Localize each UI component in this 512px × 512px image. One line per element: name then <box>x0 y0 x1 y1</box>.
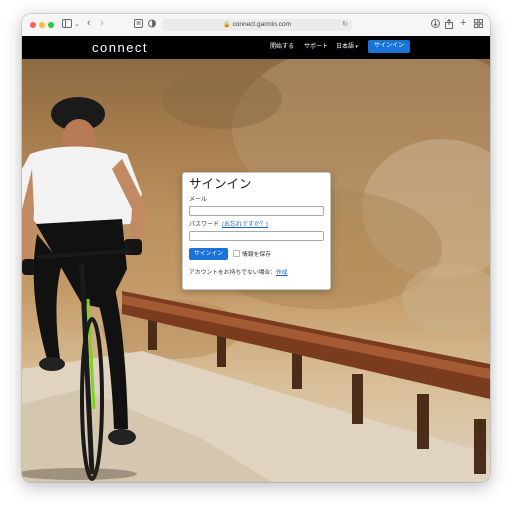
privacy-shield-icon[interactable] <box>148 19 156 31</box>
share-icon[interactable] <box>445 18 453 32</box>
download-icon[interactable] <box>431 19 440 31</box>
lock-icon: 🔒 <box>222 22 231 28</box>
remember-label: 情報を保存 <box>242 252 271 258</box>
reload-icon[interactable]: ↻ <box>342 19 348 31</box>
sidebar-icon[interactable] <box>62 19 72 31</box>
email-label: メール <box>189 197 208 203</box>
reader-icon[interactable] <box>134 19 143 31</box>
forgot-password-link[interactable]: (お忘れですか？) <box>222 222 268 228</box>
email-field[interactable] <box>189 206 324 216</box>
signin-title: サインイン <box>189 177 252 191</box>
nav-support[interactable]: サポート <box>304 43 328 52</box>
language-label: 日本語 <box>336 44 355 50</box>
browser-toolbar: ⌄ ‹ › 🔒 connect.garmin.com ↻ + <box>22 14 490 37</box>
tab-grid-icon[interactable] <box>474 19 483 31</box>
plus-icon[interactable]: + <box>460 17 466 29</box>
close-window-button[interactable] <box>30 22 36 28</box>
remember-checkbox[interactable] <box>233 250 240 257</box>
header-signin-button[interactable]: サインイン <box>368 40 410 53</box>
signin-card: サインイン メール パスワード (お忘れですか？) サインイン 情報を保存 アカウ… <box>182 172 331 290</box>
address-url: 🔒 connect.garmin.com <box>222 21 291 28</box>
chevron-down-icon[interactable]: ⌄ <box>74 19 80 31</box>
password-label: パスワード <box>189 222 220 228</box>
nav-get-started[interactable]: 開始する <box>270 43 294 52</box>
browser-window: ⌄ ‹ › 🔒 connect.garmin.com ↻ + connect 開始… <box>22 14 490 482</box>
connect-logo[interactable]: connect <box>92 40 148 55</box>
chevron-right-icon[interactable]: › <box>100 17 104 29</box>
remember-me[interactable]: 情報を保存 <box>233 250 271 259</box>
site-header: connect 開始する サポート 日本語 ▾ サインイン <box>22 36 490 59</box>
signin-submit-button[interactable]: サインイン <box>189 248 228 260</box>
hero-background: サインイン メール パスワード (お忘れですか？) サインイン 情報を保存 アカウ… <box>22 59 490 482</box>
caret-down-icon: ▾ <box>354 44 358 50</box>
chevron-left-icon[interactable]: ‹ <box>87 17 91 29</box>
no-account-text: アカウントをお持ちでない場合： <box>189 270 276 276</box>
create-account-link[interactable]: 作成 <box>276 270 288 276</box>
password-label-row: パスワード (お忘れですか？) <box>189 221 268 229</box>
zoom-window-button[interactable] <box>48 22 54 28</box>
minimize-window-button[interactable] <box>39 22 45 28</box>
password-field[interactable] <box>189 231 324 241</box>
create-account-row: アカウントをお持ちでない場合：作成 <box>189 269 288 277</box>
address-bar[interactable]: 🔒 connect.garmin.com ↻ <box>162 19 352 31</box>
nav-language[interactable]: 日本語 ▾ <box>336 43 358 52</box>
